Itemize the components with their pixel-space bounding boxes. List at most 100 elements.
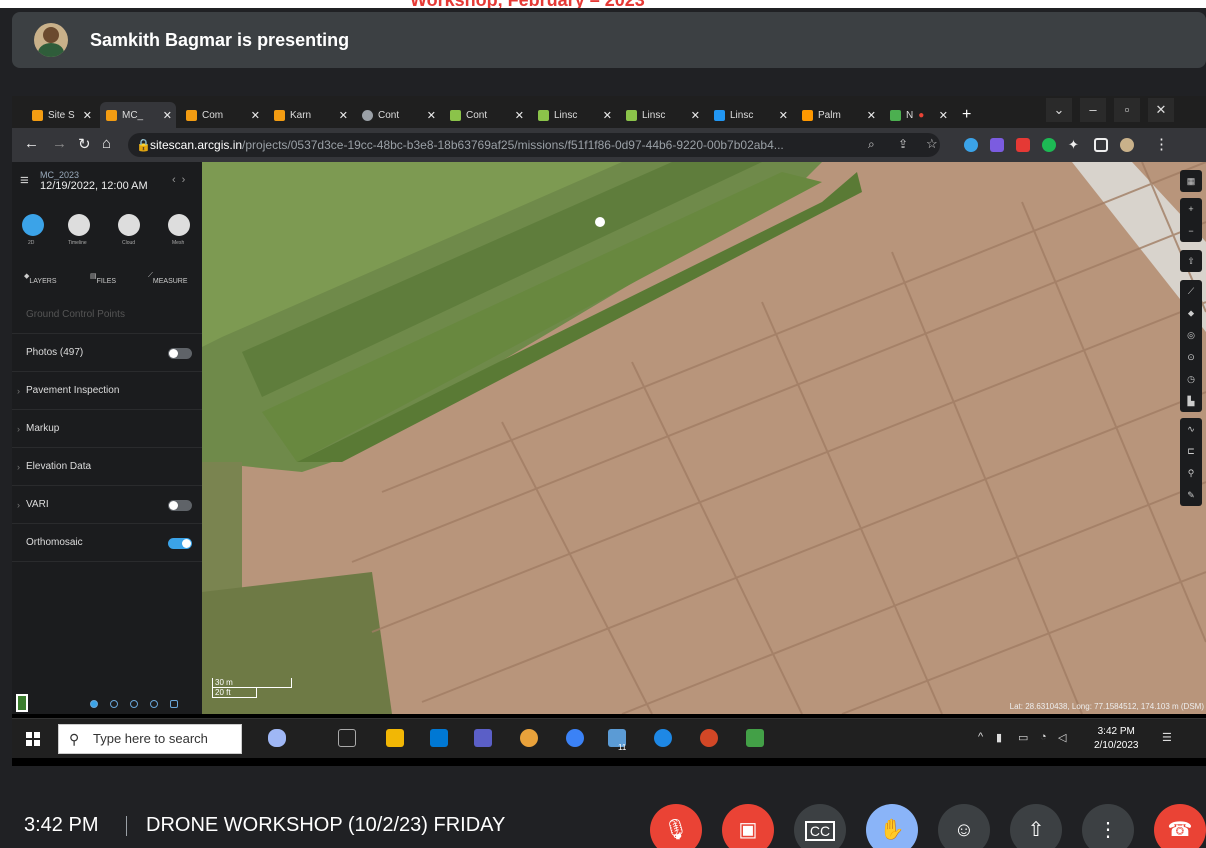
- extension-icon[interactable]: [990, 138, 1004, 152]
- browser-tab[interactable]: Site S ✕: [26, 102, 96, 128]
- target-tool-icon[interactable]: ⊙: [1180, 346, 1202, 368]
- leave-call-button[interactable]: ☎: [1154, 804, 1206, 848]
- map-view[interactable]: ▦ + − ⇧ ⟋ ⬥ ◎ ⊙ ◷ ▙ ∿ ⊏ ⚲ ✎ 30 m 20 ft L…: [202, 162, 1206, 714]
- close-icon[interactable]: ✕: [83, 109, 92, 122]
- volume-icon[interactable]: ◁: [1058, 731, 1066, 744]
- orthomosaic-toggle[interactable]: [168, 538, 192, 549]
- notifications-icon[interactable]: ☰: [1162, 731, 1172, 744]
- tab-layers[interactable]: ◆ LAYERS: [24, 272, 57, 285]
- close-icon[interactable]: ✕: [251, 109, 260, 122]
- layer-pavement[interactable]: › Pavement Inspection: [12, 372, 202, 410]
- clock-tool-icon[interactable]: ◷: [1180, 368, 1202, 390]
- maximize-button[interactable]: ▫: [1114, 98, 1140, 122]
- edit-tool-icon[interactable]: ✎: [1180, 484, 1202, 506]
- battery-icon[interactable]: ▭: [1018, 731, 1028, 744]
- layer-photos[interactable]: Photos (497): [12, 334, 202, 372]
- close-window-button[interactable]: ✕: [1148, 98, 1174, 122]
- app-icon[interactable]: [566, 729, 584, 747]
- profile-tool-icon[interactable]: ⊏: [1180, 440, 1202, 462]
- zoom-icon[interactable]: ⌕: [868, 137, 875, 152]
- present-button[interactable]: ⇧: [1010, 804, 1062, 848]
- outlook-icon[interactable]: [430, 729, 448, 747]
- extension-icon[interactable]: [1016, 138, 1030, 152]
- close-icon[interactable]: ✕: [339, 109, 348, 122]
- layer-markup[interactable]: › Markup: [12, 410, 202, 448]
- app-icon[interactable]: [746, 729, 764, 747]
- captions-button[interactable]: CC: [794, 804, 846, 848]
- location-tool-icon[interactable]: ◎: [1180, 324, 1202, 346]
- minimize-button[interactable]: –: [1080, 98, 1106, 122]
- extension-icon[interactable]: [964, 138, 978, 152]
- browser-tab[interactable]: Linsc ✕: [532, 102, 616, 128]
- tab-search-button[interactable]: ⌄: [1046, 98, 1072, 122]
- hamburger-icon[interactable]: ≡: [20, 172, 29, 189]
- tray-chevron-icon[interactable]: ^: [978, 731, 983, 743]
- weather-widget-icon[interactable]: [268, 729, 286, 747]
- browser-tab[interactable]: Linsc ✕: [620, 102, 704, 128]
- mission-nav-arrows[interactable]: ‹›: [172, 174, 191, 186]
- mic-off-button[interactable]: 🎙: [650, 804, 702, 848]
- forward-icon[interactable]: →: [52, 135, 67, 152]
- task-view-icon[interactable]: [338, 729, 356, 747]
- browser-tab[interactable]: Cont ✕: [444, 102, 528, 128]
- close-icon[interactable]: ✕: [867, 109, 876, 122]
- close-icon[interactable]: ✕: [939, 109, 948, 122]
- puzzle-icon[interactable]: ✦: [1068, 137, 1079, 153]
- tab-files[interactable]: ▤ FILES: [90, 272, 116, 285]
- line-tool-icon[interactable]: ⟋: [1180, 280, 1202, 302]
- timeline-icon[interactable]: [68, 214, 90, 236]
- browser-tab-active[interactable]: MC_ ✕: [100, 102, 176, 128]
- powerpoint-icon[interactable]: [700, 729, 718, 747]
- home-icon[interactable]: ⌂: [102, 135, 111, 152]
- share-icon[interactable]: ⇪: [898, 137, 908, 151]
- browser-tab[interactable]: Linsc ✕: [708, 102, 792, 128]
- pin-tool-icon[interactable]: ⬥: [1180, 302, 1202, 324]
- cloud-icon[interactable]: [118, 214, 140, 236]
- back-icon[interactable]: ←: [24, 135, 39, 152]
- area-tool-icon[interactable]: ▙: [1180, 390, 1202, 412]
- location-icon[interactable]: [90, 700, 98, 708]
- mesh-icon[interactable]: [168, 214, 190, 236]
- close-icon[interactable]: ✕: [515, 109, 524, 122]
- photos-toggle[interactable]: [168, 348, 192, 359]
- new-tab-button[interactable]: +: [956, 102, 980, 128]
- settings-icon[interactable]: [110, 700, 118, 708]
- mission-date[interactable]: 12/19/2022, 12:00 AM: [40, 180, 148, 192]
- menu-dots-icon[interactable]: ⋮: [1154, 135, 1169, 153]
- teams-icon[interactable]: [474, 729, 492, 747]
- camera-off-button[interactable]: ▣: [722, 804, 774, 848]
- browser-tab[interactable]: Palm ✕: [796, 102, 880, 128]
- url-bar[interactable]: 🔒 sitescan.arcgis.in/projects/0537d3ce-1…: [128, 133, 940, 157]
- reload-icon[interactable]: ↻: [78, 135, 91, 153]
- chrome-icon[interactable]: [520, 729, 538, 747]
- fingerprint-2d-icon[interactable]: [22, 214, 44, 236]
- close-icon[interactable]: ✕: [779, 109, 788, 122]
- file-explorer-icon[interactable]: [386, 729, 404, 747]
- person-icon[interactable]: [130, 700, 138, 708]
- browser-tab[interactable]: Com ✕: [180, 102, 264, 128]
- chart-tool-icon[interactable]: ∿: [1180, 418, 1202, 440]
- browser-tab[interactable]: Karn ✕: [268, 102, 352, 128]
- image-icon[interactable]: [170, 700, 178, 708]
- tray-app-icon[interactable]: ▮: [996, 731, 1002, 744]
- zoom-out-button[interactable]: −: [1180, 220, 1202, 242]
- close-icon[interactable]: ✕: [427, 109, 436, 122]
- raise-hand-button[interactable]: ✋: [866, 804, 918, 848]
- layer-elevation[interactable]: › Elevation Data: [12, 448, 202, 486]
- browser-tab[interactable]: Cont ✕: [356, 102, 440, 128]
- windows-start-icon[interactable]: [26, 732, 40, 746]
- eye-icon[interactable]: [150, 700, 158, 708]
- more-options-button[interactable]: ⋮: [1082, 804, 1134, 848]
- close-icon[interactable]: ✕: [603, 109, 612, 122]
- taskbar-search[interactable]: ⚲ Type here to search: [58, 724, 242, 754]
- taskbar-clock[interactable]: 3:42 PM 2/10/2023: [1094, 725, 1139, 753]
- extension-icon[interactable]: [1042, 138, 1056, 152]
- tab-measure[interactable]: ⟋ MEASURE: [148, 272, 188, 285]
- zoom-in-button[interactable]: +: [1180, 198, 1202, 220]
- basemap-icon[interactable]: ▦: [1180, 170, 1202, 192]
- layer-orthomosaic[interactable]: Orthomosaic: [12, 524, 202, 562]
- app-icon[interactable]: [654, 729, 672, 747]
- sidebar-icon[interactable]: [1094, 138, 1108, 152]
- layer-vari[interactable]: › VARI: [12, 486, 202, 524]
- profile-avatar[interactable]: [1120, 138, 1134, 152]
